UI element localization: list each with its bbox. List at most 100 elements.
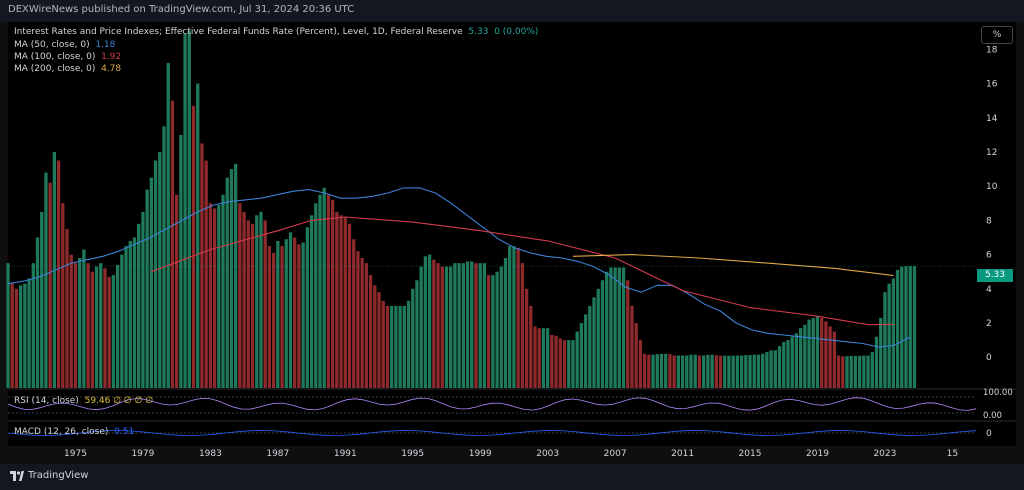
price-bar <box>267 246 272 388</box>
price-bar <box>373 285 377 388</box>
price-bar <box>529 305 533 388</box>
price-bar <box>457 263 461 388</box>
price-bar <box>40 211 44 388</box>
price-bar <box>35 237 40 388</box>
price-bar <box>731 355 735 388</box>
price-bar <box>579 323 584 388</box>
price-bar <box>314 203 318 388</box>
price-bar <box>609 267 613 388</box>
price-bar <box>761 353 765 388</box>
y-tick-label: 8 <box>986 216 992 226</box>
price-bar <box>765 352 769 388</box>
price-bar <box>246 220 250 388</box>
price-bar <box>672 355 676 388</box>
price-bar <box>524 288 529 388</box>
price-bar <box>301 242 305 388</box>
price-bar <box>756 354 761 388</box>
price-bar <box>305 227 309 388</box>
price-bar <box>664 353 668 388</box>
price-bar <box>221 194 225 388</box>
price-bar <box>596 288 600 388</box>
legend-main-change: 0 (0.00%) <box>494 27 539 37</box>
ma200-legend: MA (200, close, 0) 4.78 <box>14 63 121 75</box>
price-bar <box>659 353 664 388</box>
x-tick-label: 2007 <box>604 449 627 459</box>
price-bar <box>90 271 94 388</box>
price-bar <box>811 317 815 388</box>
price-bar <box>398 305 402 388</box>
price-bar <box>790 336 794 388</box>
price-bar <box>31 263 35 388</box>
price-bar <box>284 239 288 388</box>
price-bar <box>693 354 697 388</box>
price-bar <box>575 331 579 388</box>
price-bar <box>440 266 444 388</box>
price-bar <box>94 266 99 388</box>
price-bar <box>128 240 132 388</box>
price-bar <box>444 266 449 388</box>
tradingview-logo[interactable]: TradingView <box>10 470 88 481</box>
price-bar <box>56 160 61 388</box>
price-bar <box>436 263 440 388</box>
x-tick-label: 2019 <box>806 449 829 459</box>
legend-ma100-label: MA (100, close, 0) <box>14 52 96 62</box>
x-tick-label: 2011 <box>671 449 694 459</box>
price-bar <box>727 355 731 388</box>
y-tick-label: 14 <box>986 114 998 124</box>
price-bar <box>803 324 807 388</box>
y-tick-label: 16 <box>986 80 998 90</box>
y-tick-label: 10 <box>986 182 998 192</box>
price-bar <box>617 267 621 388</box>
price-bar <box>912 266 917 388</box>
x-tick-label: 1995 <box>401 449 424 459</box>
rsi-line <box>7 397 977 411</box>
price-bar <box>352 239 356 388</box>
price-bar <box>99 263 103 388</box>
price-bar <box>512 246 516 388</box>
price-bar <box>739 355 744 388</box>
ma100-legend: MA (100, close, 0) 1.92 <box>14 51 121 63</box>
macd-legend: MACD (12, 26, close) 0.51 <box>14 426 134 438</box>
y-tick-label: 18 <box>986 45 998 55</box>
y-tick-label: 6 <box>986 251 992 261</box>
price-bar <box>845 356 849 388</box>
price-bar <box>642 353 647 388</box>
price-bar <box>259 211 263 388</box>
price-bar <box>368 275 373 388</box>
price-bar <box>605 271 609 388</box>
rsi-tick-label: 0.00 <box>983 411 1002 421</box>
price-bar <box>655 354 659 388</box>
price-bar <box>419 266 423 388</box>
legend-main-value: 5.33 <box>468 27 489 37</box>
price-bar <box>183 33 187 388</box>
legend-ma50-value: 1.18 <box>95 40 116 50</box>
price-bar <box>132 237 137 388</box>
price-bar <box>706 354 710 388</box>
chart-svg: 0 2 4 6 8 10 12 14 16 18 100.00 0.00 0 1975 1979 1983 19… <box>6 30 1016 459</box>
x-tick-label: 1975 <box>64 449 87 459</box>
price-bar <box>571 340 575 388</box>
price-bar <box>360 258 364 388</box>
ma50-legend: MA (50, close, 0) 1.18 <box>14 39 115 51</box>
price-bar <box>651 354 655 388</box>
price-bar <box>69 254 73 388</box>
price-bar <box>533 326 537 388</box>
price-bar <box>895 269 900 388</box>
price-bar <box>166 63 170 389</box>
price-bar <box>786 340 790 388</box>
x-tick-label: 1999 <box>469 449 492 459</box>
price-bar <box>191 105 196 389</box>
price-bar <box>212 208 217 388</box>
price-bar <box>735 355 740 388</box>
price-bar <box>592 297 596 388</box>
price-bar <box>330 199 335 388</box>
price-bar <box>103 268 107 388</box>
price-bar <box>137 223 141 388</box>
tradingview-icon <box>10 470 24 481</box>
x-tick-label: 1983 <box>199 449 222 459</box>
price-bar <box>238 203 242 388</box>
price-bar <box>187 30 191 389</box>
percent-scale-button[interactable]: % <box>981 26 1013 44</box>
price-bar <box>495 271 499 388</box>
price-bar <box>647 354 651 388</box>
